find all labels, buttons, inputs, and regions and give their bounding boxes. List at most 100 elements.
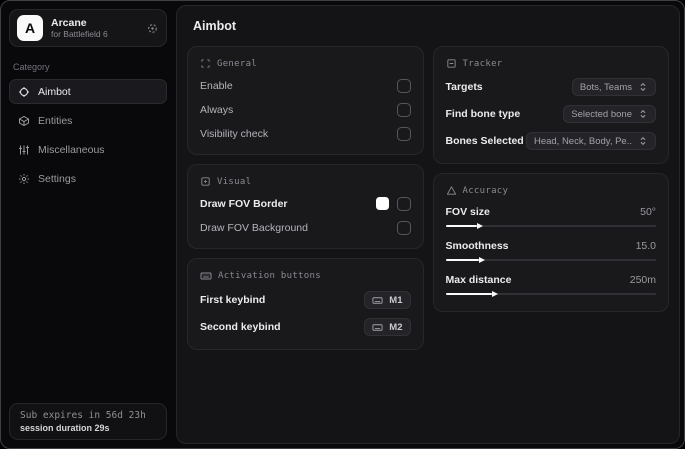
panel-title: Activation buttons [218, 271, 321, 281]
left-column: General Enable Always Visibility check V… [187, 46, 424, 350]
fov-border-color-swatch[interactable] [375, 197, 389, 210]
setting-row-targets: Targets Bots, Teams [445, 78, 656, 96]
second-keybind-button[interactable]: M2 [364, 318, 411, 336]
panel-activation-header: Activation buttons [200, 270, 411, 282]
keyboard-icon [372, 295, 383, 306]
frame-plus-icon [200, 176, 211, 187]
setting-label: Smoothness [445, 240, 509, 252]
panel-title: Tracker [462, 58, 503, 69]
sidebar-item-label: Entities [38, 114, 73, 127]
sidebar-nav: Aimbot Entities Miscellaneous Settings [9, 79, 167, 191]
setting-label: Draw FOV Border [200, 197, 288, 210]
setting-controls [375, 196, 411, 211]
bones-selected-select[interactable]: Head, Neck, Body, Pe.. [525, 132, 656, 150]
always-checkbox[interactable] [396, 102, 411, 117]
app-window: A Arcane for Battlefield 6 Category Aimb… [0, 0, 685, 449]
sidebar-item-settings[interactable]: Settings [9, 166, 167, 191]
category-label: Category [13, 62, 50, 72]
chevrons-up-down-icon [638, 82, 648, 92]
panel-visual-header: Visual [200, 176, 411, 187]
slider-thumb[interactable] [445, 290, 499, 297]
sliders-icon [18, 144, 30, 156]
right-column: Tracker Targets Bots, Teams Find bone ty… [432, 46, 669, 312]
app-logo: A [17, 15, 43, 41]
smoothness-value: 15.0 [635, 240, 656, 252]
visibility-check-checkbox[interactable] [396, 126, 411, 141]
setting-label: Bones Selected [445, 135, 524, 147]
panel-title: General [217, 58, 258, 69]
slider-thumb[interactable] [445, 222, 483, 229]
panel-title: Accuracy [462, 185, 509, 196]
setting-row-first-keybind: First keybind M1 [200, 291, 411, 309]
sidebar-item-label: Miscellaneous [38, 143, 105, 156]
setting-row-enable: Enable [200, 78, 411, 93]
draw-fov-background-checkbox[interactable] [396, 220, 411, 235]
select-value: Head, Neck, Body, Pe.. [533, 135, 632, 147]
draw-fov-border-checkbox[interactable] [396, 196, 411, 211]
setting-row-find-bone-type: Find bone type Selected bone [445, 105, 656, 123]
find-bone-type-select[interactable]: Selected bone [563, 105, 656, 123]
setting-label: Targets [445, 81, 483, 93]
max-distance-slider[interactable] [445, 290, 656, 298]
triangle-icon [446, 185, 457, 196]
setting-label: First keybind [200, 294, 266, 306]
brand-card: A Arcane for Battlefield 6 [9, 9, 167, 47]
panel-title: Visual [217, 176, 252, 187]
setting-label: FOV size [445, 206, 490, 218]
setting-row-draw-fov-border: Draw FOV Border [200, 196, 411, 211]
app-name: Arcane [51, 16, 87, 29]
fov-size-slider[interactable] [445, 222, 656, 230]
slider-thumb[interactable] [445, 256, 485, 263]
keyboard-icon [200, 270, 212, 282]
targets-select[interactable]: Bots, Teams [571, 78, 656, 96]
setting-label: Second keybind [200, 321, 281, 333]
main-content: Aimbot General Enable Always Visibility … [176, 5, 680, 444]
target-scan-icon[interactable] [146, 22, 159, 35]
setting-label: Visibility check [200, 127, 269, 140]
keybind-value: M2 [389, 321, 403, 333]
setting-row-max-distance: Max distance 250m [445, 274, 656, 298]
cube-icon [18, 115, 30, 127]
setting-label: Enable [200, 79, 233, 92]
setting-row-visibility-check: Visibility check [200, 126, 411, 141]
gear-icon [18, 173, 30, 185]
panel-tracker-header: Tracker [446, 58, 657, 69]
panel-visual: Visual Draw FOV Border Draw FOV Backgrou… [187, 164, 424, 249]
square-minus-icon [446, 58, 457, 69]
subscription-info: Sub expires in 56d 23h session duration … [9, 403, 167, 440]
setting-label: Always [200, 103, 234, 116]
setting-label: Draw FOV Background [200, 221, 308, 234]
sidebar-item-entities[interactable]: Entities [9, 108, 167, 133]
max-distance-value: 250m [629, 274, 656, 286]
panel-accuracy-header: Accuracy [446, 185, 657, 196]
panel-tracker: Tracker Targets Bots, Teams Find bone ty… [432, 46, 669, 164]
session-duration-text: session duration 29s [20, 423, 110, 433]
box-select-icon [200, 58, 211, 69]
brand-text: Arcane for Battlefield 6 [51, 17, 138, 40]
panel-activation-buttons: Activation buttons First keybind M1 Seco… [187, 258, 424, 350]
first-keybind-button[interactable]: M1 [364, 291, 411, 309]
setting-label: Max distance [445, 274, 512, 286]
sidebar-item-label: Aimbot [38, 85, 71, 98]
setting-row-fov-size: FOV size 50° [445, 206, 656, 230]
crosshair-icon [18, 86, 30, 98]
keyboard-icon [372, 322, 383, 333]
setting-label: Find bone type [445, 108, 521, 120]
page-title: Aimbot [193, 19, 237, 33]
sidebar-item-miscellaneous[interactable]: Miscellaneous [9, 137, 167, 162]
chevrons-up-down-icon [638, 109, 648, 119]
sidebar-item-label: Settings [38, 172, 76, 185]
select-value: Selected bone [571, 108, 632, 120]
panel-general: General Enable Always Visibility check [187, 46, 424, 155]
enable-checkbox[interactable] [396, 78, 411, 93]
sidebar-item-aimbot[interactable]: Aimbot [9, 79, 167, 104]
keybind-value: M1 [389, 294, 403, 306]
setting-row-smoothness: Smoothness 15.0 [445, 240, 656, 264]
setting-row-draw-fov-background: Draw FOV Background [200, 220, 411, 235]
chevrons-up-down-icon [638, 136, 648, 146]
panel-columns: General Enable Always Visibility check V… [187, 46, 669, 350]
app-subtitle: for Battlefield 6 [51, 29, 108, 40]
smoothness-slider[interactable] [445, 256, 656, 264]
setting-row-second-keybind: Second keybind M2 [200, 318, 411, 336]
panel-accuracy: Accuracy FOV size 50° Smoothness 15.0 Ma… [432, 173, 669, 312]
